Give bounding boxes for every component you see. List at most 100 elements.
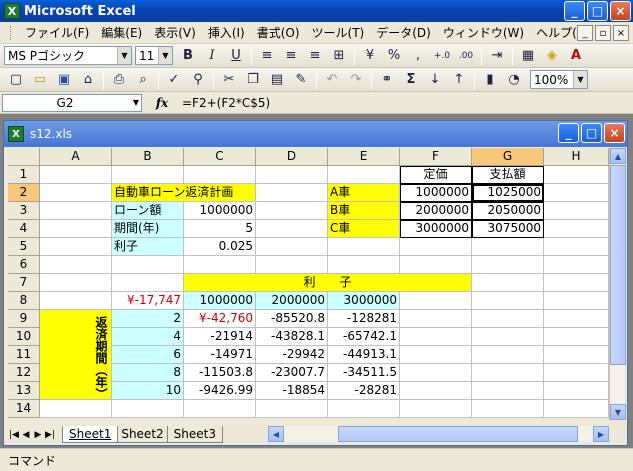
cell-f3[interactable]: 2000000 (400, 202, 472, 220)
format-painter-icon[interactable]: ✎ (290, 70, 312, 90)
cell-e9[interactable]: -128281 (328, 310, 400, 328)
copy-icon[interactable]: ❐ (242, 70, 264, 90)
menu-file[interactable]: ファイル(F) (19, 24, 95, 42)
sheet-tab-3[interactable]: Sheet3 (166, 426, 223, 443)
cell-c10[interactable]: -21914 (184, 328, 256, 346)
cell-h8[interactable] (544, 292, 609, 310)
cell-b12[interactable]: 8 (112, 364, 184, 382)
cell-a3[interactable] (40, 202, 112, 220)
vertical-scrollbar[interactable]: ▲ ▼ (609, 148, 626, 420)
cell-b10[interactable]: 4 (112, 328, 184, 346)
align-right-icon[interactable]: ≡ (304, 46, 326, 66)
cell-f13[interactable] (400, 382, 472, 400)
cell-h5[interactable] (544, 238, 609, 256)
chevron-down-icon[interactable]: ▼ (573, 71, 587, 88)
scroll-right-icon[interactable]: ▶ (593, 426, 609, 442)
cell-h10[interactable] (544, 328, 609, 346)
cell-h7[interactable] (544, 274, 609, 292)
doc-minimize-icon[interactable]: _ (577, 25, 593, 41)
merge-center-icon[interactable]: ⊞ (328, 46, 350, 66)
cell-f2[interactable]: 1000000 (400, 184, 472, 202)
cell-c1[interactable] (184, 166, 256, 184)
cell-e12[interactable]: -34511.5 (328, 364, 400, 382)
chevron-down-icon[interactable]: ▼ (117, 47, 131, 64)
cell-d2[interactable] (256, 184, 328, 202)
workbook-close-button[interactable]: × (604, 123, 625, 143)
spelling-icon[interactable]: ✓ (163, 70, 185, 90)
cell-g9[interactable] (472, 310, 544, 328)
cell-a6[interactable] (40, 256, 112, 274)
cell-a14[interactable] (40, 400, 112, 418)
open-folder-icon[interactable]: ▭ (29, 70, 51, 90)
doc-close-icon[interactable]: × (613, 25, 629, 41)
name-box[interactable]: G2 ▼ (2, 93, 142, 112)
print-preview-icon[interactable]: ⌕ (132, 70, 154, 90)
cell-g4[interactable]: 3075000 (472, 220, 544, 238)
cell-d8[interactable]: 2000000 (256, 292, 328, 310)
cell-g1[interactable]: 支払額 (472, 166, 544, 184)
zoom-combo[interactable]: 100% ▼ (530, 70, 588, 89)
column-header-c[interactable]: C (184, 148, 256, 166)
row-header-9[interactable]: 9 (8, 310, 40, 328)
column-header-b[interactable]: B (112, 148, 184, 166)
research-icon[interactable]: ⚲ (187, 70, 209, 90)
percent-button[interactable]: % (383, 46, 405, 66)
hyperlink-icon[interactable]: ⚭ (376, 70, 398, 90)
scroll-up-icon[interactable]: ▲ (610, 148, 626, 164)
last-sheet-icon[interactable]: ▶| (44, 430, 56, 440)
cell-d4[interactable] (256, 220, 328, 238)
row-header-4[interactable]: 4 (8, 220, 40, 238)
cell-c4[interactable]: 5 (184, 220, 256, 238)
cell-c12[interactable]: -11503.8 (184, 364, 256, 382)
cell-c5[interactable]: 0.025 (184, 238, 256, 256)
cell-a4[interactable] (40, 220, 112, 238)
row-header-11[interactable]: 11 (8, 346, 40, 364)
increase-decimal-button[interactable]: +.0 (431, 46, 453, 66)
menu-edit[interactable]: 編集(E) (95, 24, 148, 42)
first-sheet-icon[interactable]: |◀ (8, 430, 20, 440)
column-header-f[interactable]: F (400, 148, 472, 166)
cell-b14[interactable] (112, 400, 184, 418)
cell-f5[interactable] (400, 238, 472, 256)
vertical-scroll-thumb[interactable] (610, 165, 626, 365)
cell-d11[interactable]: -29942 (256, 346, 328, 364)
indent-icon[interactable]: ⇥ (486, 46, 508, 66)
menu-insert[interactable]: 挿入(I) (202, 24, 251, 42)
cell-h14[interactable] (544, 400, 609, 418)
cell-f6[interactable] (400, 256, 472, 274)
undo-icon[interactable]: ↶ (321, 70, 343, 90)
cell-h11[interactable] (544, 346, 609, 364)
font-size-combo[interactable]: 11 ▼ (135, 46, 173, 65)
row-header-8[interactable]: 8 (8, 292, 40, 310)
cell-g11[interactable] (472, 346, 544, 364)
sort-ascending-icon[interactable]: ↓ (424, 70, 446, 90)
row-header-10[interactable]: 10 (8, 328, 40, 346)
prev-sheet-icon[interactable]: ◀ (20, 430, 32, 440)
cell-a5[interactable] (40, 238, 112, 256)
cell-h9[interactable] (544, 310, 609, 328)
cell-g12[interactable] (472, 364, 544, 382)
cell-b5[interactable]: 利子 (112, 238, 184, 256)
cell-b8[interactable]: ¥-17,747 (112, 292, 184, 310)
underline-button[interactable]: U (225, 46, 247, 66)
paste-icon[interactable]: ▤ (266, 70, 288, 90)
cell-b2[interactable]: 自動車ローン返済計画 (112, 184, 256, 202)
cell-b7[interactable] (112, 274, 184, 292)
cell-d6[interactable] (256, 256, 328, 274)
cell-c9[interactable]: ¥-42,760 (184, 310, 256, 328)
excel-app-icon[interactable]: X (4, 3, 20, 19)
column-header-a[interactable]: A (40, 148, 112, 166)
cell-c8[interactable]: 1000000 (184, 292, 256, 310)
workbook-maximize-button[interactable]: □ (581, 123, 602, 143)
cell-f1[interactable]: 定価 (400, 166, 472, 184)
cell-a2[interactable] (40, 184, 112, 202)
cell-g5[interactable] (472, 238, 544, 256)
row-header-13[interactable]: 13 (8, 382, 40, 400)
align-left-icon[interactable]: ≡ (256, 46, 278, 66)
cell-f11[interactable] (400, 346, 472, 364)
cell-b4[interactable]: 期間(年) (112, 220, 184, 238)
borders-icon[interactable]: ▦ (517, 46, 539, 66)
cell-b11[interactable]: 6 (112, 346, 184, 364)
cell-d10[interactable]: -43828.1 (256, 328, 328, 346)
font-name-combo[interactable]: MS Pゴシック ▼ (4, 46, 132, 65)
